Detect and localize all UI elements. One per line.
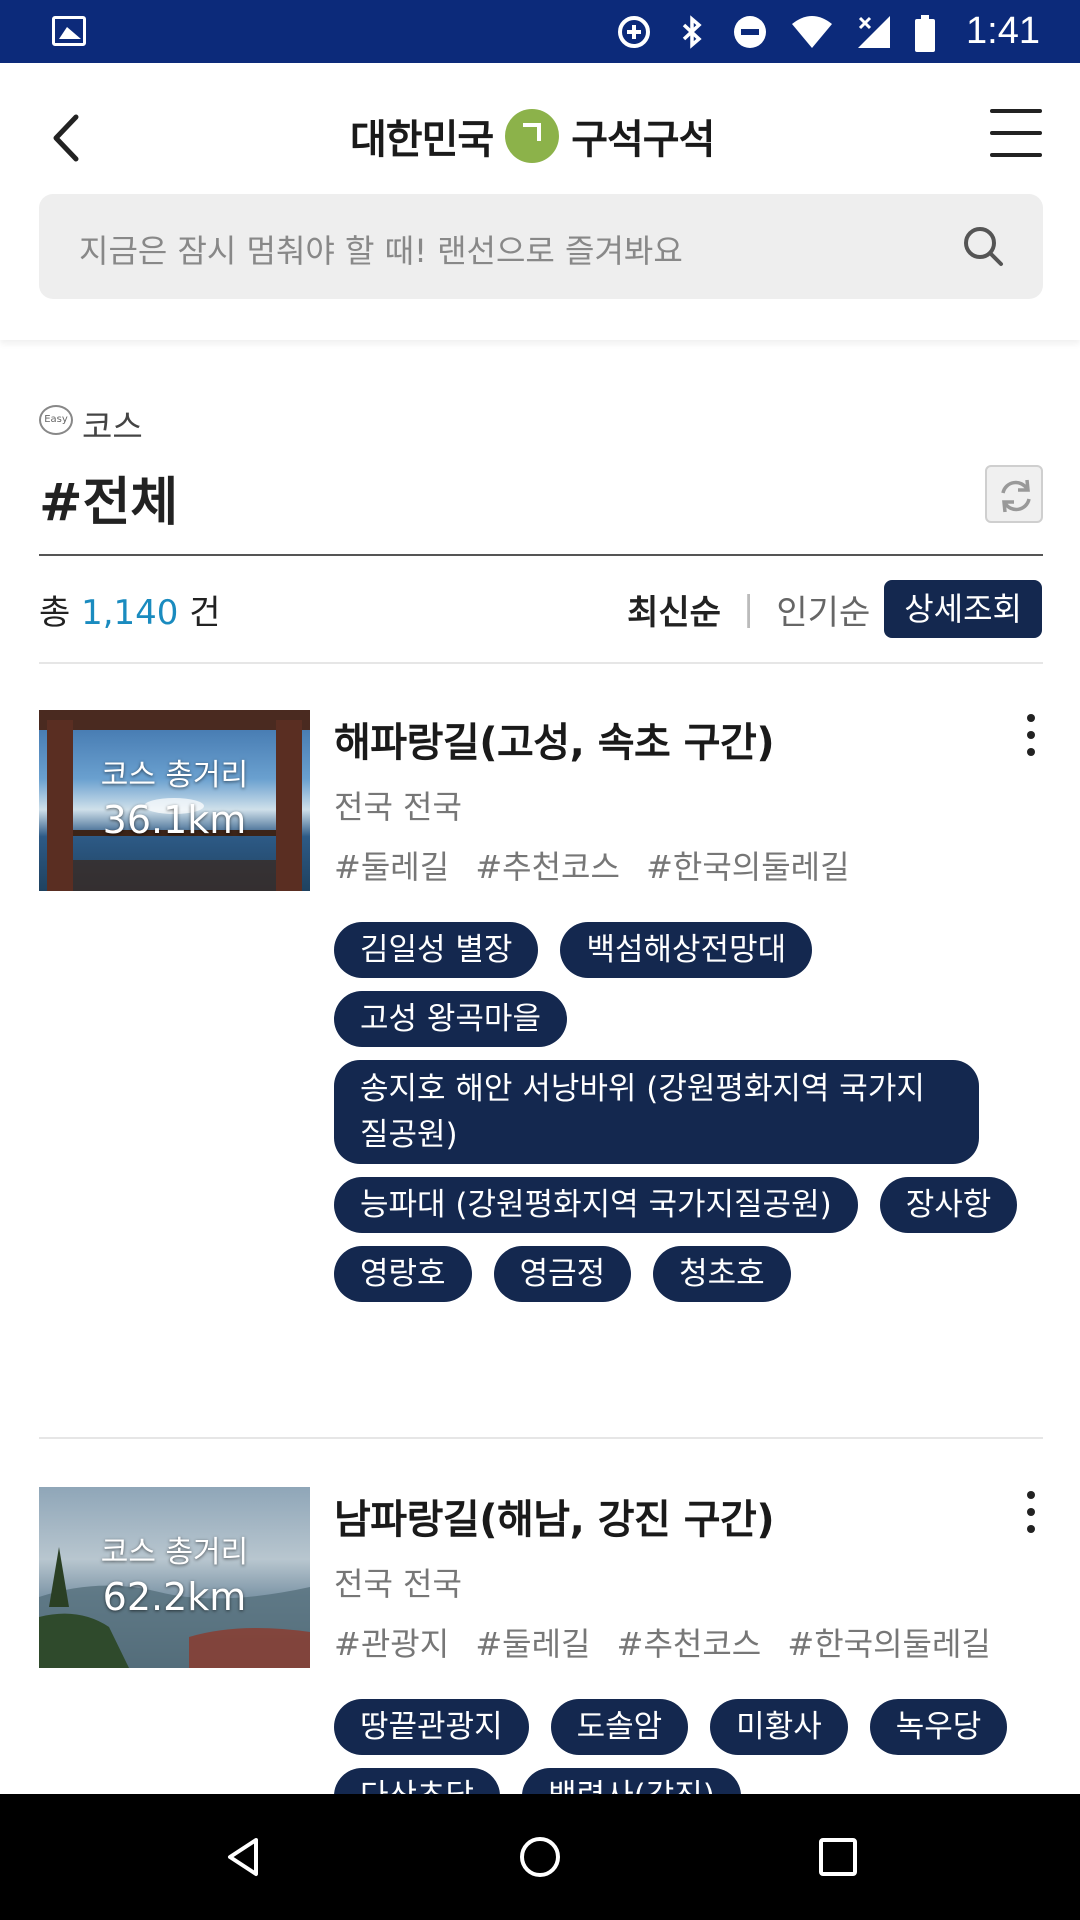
course-region: 전국 전국: [334, 1565, 462, 1603]
hashtag[interactable]: #추천코스: [475, 848, 620, 886]
chevron-left-icon: [53, 114, 79, 162]
recents-square-icon[interactable]: [813, 1832, 863, 1882]
hashtag[interactable]: #둘레길: [334, 848, 449, 886]
course-item[interactable]: 코스 총거리 36.1km 해파랑길(고성, 속초 구간) 전국 전국 #둘레길…: [39, 710, 1043, 1390]
spot-chip[interactable]: 도솔암: [550, 1699, 689, 1755]
gallery-icon: [52, 16, 86, 46]
list-divider: [39, 1437, 1043, 1439]
status-bar: 1:41: [0, 0, 1080, 63]
spot-chip[interactable]: 백섬해상전망대: [560, 922, 813, 978]
hashtag[interactable]: #관광지: [334, 1625, 449, 1663]
spot-chip[interactable]: 청초호: [653, 1246, 791, 1302]
logo-mark-icon: [505, 109, 560, 163]
more-options-icon[interactable]: [1019, 710, 1043, 760]
back-button[interactable]: [40, 103, 96, 173]
count-suffix: 건: [189, 593, 221, 633]
course-title[interactable]: 남파랑길(해남, 강진 구간): [334, 1487, 775, 1545]
site-logo[interactable]: 대한민국 구석구석: [350, 101, 715, 171]
spot-chip[interactable]: 땅끝관광지: [334, 1699, 529, 1755]
hashtag[interactable]: #한국의둘레길: [646, 848, 849, 886]
dot: [1027, 1491, 1035, 1500]
page-title: #전체: [39, 473, 179, 533]
dot: [1027, 1507, 1035, 1516]
thumb-distance-label: 코스 총거리: [100, 1535, 249, 1570]
thumb-distance-value: 62.2km: [102, 1575, 247, 1619]
sort-separator: |: [742, 589, 755, 629]
status-icons: 1:41: [616, 0, 1040, 63]
logo-text-right: 구석구석: [571, 117, 715, 163]
category-label: 코스: [82, 407, 143, 446]
data-saver-icon: [616, 14, 652, 50]
spot-chip[interactable]: 송지호 해안 서낭바위 (강원평화지역 국가지질공원): [334, 1060, 979, 1164]
spot-chip[interactable]: 고성 왕곡마을: [334, 991, 567, 1047]
logo-text-left: 대한민국: [350, 117, 494, 163]
course-region: 전국 전국: [334, 788, 462, 826]
course-thumbnail[interactable]: 코스 총거리 62.2km: [39, 1487, 310, 1668]
sort-latest-button[interactable]: 최신순: [627, 585, 721, 634]
spot-chip[interactable]: 영랑호: [334, 1246, 472, 1302]
spot-chip[interactable]: 미황사: [710, 1699, 848, 1755]
battery-icon: [914, 14, 936, 52]
more-options-icon[interactable]: [1019, 1487, 1043, 1537]
dot: [1027, 730, 1035, 739]
result-count: 총 1,140 건: [39, 585, 221, 634]
count-value: 1,140: [81, 593, 179, 633]
hashtag[interactable]: #추천코스: [617, 1625, 762, 1663]
refresh-button[interactable]: [985, 465, 1043, 523]
app-header: 대한민국 구석구석 지금은 잠시 멈춰야 할 때! 랜선으로 즐겨봐요: [0, 63, 1080, 340]
sort-options: 최신순 | 인기순 상세조회: [627, 580, 1042, 638]
hashtag[interactable]: #둘레길: [475, 1625, 590, 1663]
course-tags: #관광지 #둘레길 #추천코스 #한국의둘레길: [334, 1619, 1007, 1665]
refresh-icon: [1001, 479, 1031, 513]
detail-search-button[interactable]: 상세조회: [884, 580, 1042, 638]
thumb-distance-label: 코스 총거리: [100, 758, 249, 793]
section-divider: [39, 554, 1043, 556]
sort-popular-button[interactable]: 인기순: [776, 585, 870, 634]
search-icon[interactable]: [961, 224, 1005, 268]
search-input[interactable]: 지금은 잠시 멈춰야 할 때! 랜선으로 즐겨봐요: [79, 226, 683, 272]
search-bar[interactable]: 지금은 잠시 멈춰야 할 때! 랜선으로 즐겨봐요: [39, 194, 1043, 299]
spot-chip[interactable]: 장사항: [879, 1177, 1018, 1233]
count-prefix: 총: [39, 593, 71, 633]
list-divider: [39, 662, 1043, 664]
spot-chip[interactable]: 영금정: [493, 1246, 632, 1302]
easy-icon: Easy: [39, 405, 73, 435]
dot: [1027, 1524, 1035, 1533]
bluetooth-icon: [674, 14, 710, 50]
menu-line: [990, 109, 1042, 113]
menu-line: [990, 131, 1042, 135]
course-item[interactable]: 코스 총거리 62.2km 남파랑길(해남, 강진 구간) 전국 전국 #관광지…: [39, 1487, 1043, 1824]
spot-chips: 김일성 별장 백섬해상전망대 고성 왕곡마을 송지호 해안 서낭바위 (강원평화…: [334, 922, 1034, 1302]
course-title[interactable]: 해파랑길(고성, 속초 구간): [334, 710, 775, 768]
course-tags: #둘레길 #추천코스 #한국의둘레길: [334, 842, 866, 888]
clock: 1:41: [966, 10, 1040, 52]
dot: [1027, 714, 1035, 723]
home-circle-icon[interactable]: [515, 1832, 565, 1882]
spot-chip[interactable]: 능파대 (강원평화지역 국가지질공원): [334, 1177, 858, 1233]
wifi-icon: [790, 14, 834, 50]
signal-icon: [856, 14, 892, 50]
do-not-disturb-icon: [732, 14, 768, 50]
dot: [1027, 747, 1035, 756]
spot-chip[interactable]: 김일성 별장: [334, 922, 539, 978]
back-triangle-icon[interactable]: [218, 1832, 268, 1882]
thumb-distance-value: 36.1km: [102, 798, 247, 842]
menu-line: [990, 153, 1042, 157]
system-nav-bar: [0, 1794, 1080, 1920]
hamburger-menu-button[interactable]: [990, 109, 1042, 157]
spot-chip[interactable]: 녹우당: [869, 1699, 1008, 1755]
hashtag[interactable]: #한국의둘레길: [787, 1625, 990, 1663]
course-thumbnail[interactable]: 코스 총거리 36.1km: [39, 710, 310, 891]
